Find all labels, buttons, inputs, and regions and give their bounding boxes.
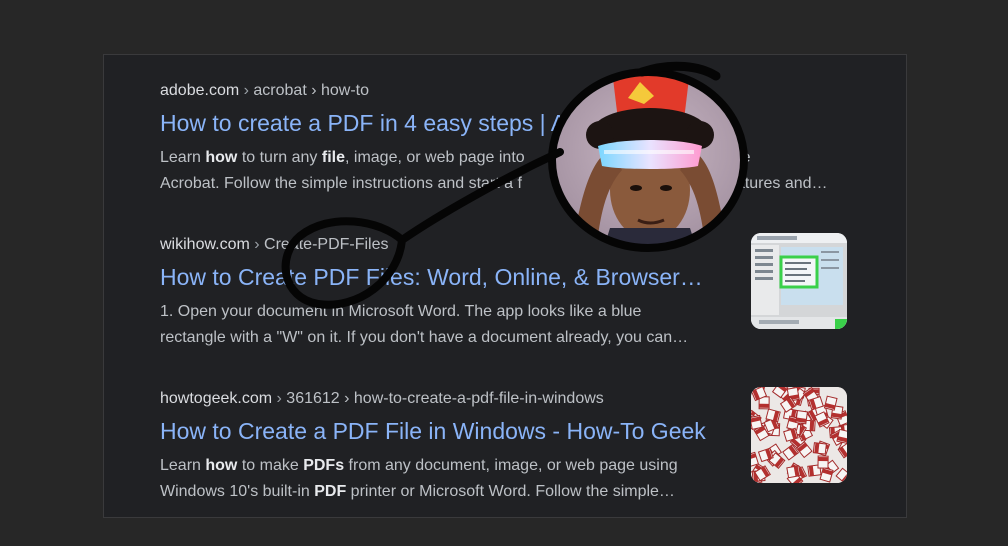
- search-result-wikihow: wikihow.com › Create-PDF-Files How to Cr…: [160, 235, 740, 351]
- snippet-text: Learn: [160, 457, 206, 474]
- result-snippet: Learn how to make PDFs from any document…: [160, 453, 740, 505]
- snippet-text: printer or Microsoft Word. Follow the si…: [346, 483, 675, 500]
- result-thumbnail-pdf-pattern[interactable]: [751, 387, 847, 483]
- result-snippet: 1. Open your document in Microsoft Word.…: [160, 299, 740, 351]
- result-title-link[interactable]: How to Create PDF Files: Word, Online, &…: [160, 263, 740, 291]
- snippet-text: 1. Open your document in Microsoft Word.…: [160, 303, 642, 320]
- search-result-howtogeek: howtogeek.com › 361612 › how-to-create-a…: [160, 389, 740, 505]
- result-path: Create-PDF-Files: [264, 236, 389, 253]
- result-title-link[interactable]: How to Create a PDF File in Windows - Ho…: [160, 417, 740, 445]
- search-result-adobe: adobe.com › acrobat › how-to How to crea…: [160, 81, 828, 197]
- snippet-text: to turn any: [237, 149, 322, 166]
- screenshot-stage: adobe.com › acrobat › how-to How to crea…: [0, 0, 1008, 546]
- breadcrumb-separator: ›: [254, 236, 260, 253]
- result-breadcrumb: wikihow.com › Create-PDF-Files: [160, 235, 740, 255]
- result-breadcrumb: howtogeek.com › 361612 › how-to-create-a…: [160, 389, 740, 409]
- pdf-icons-pattern-icon: [751, 387, 847, 483]
- snippet-text: atures and…: [735, 175, 828, 192]
- breadcrumb-separator: ›: [276, 390, 282, 407]
- result-thumbnail-explorer[interactable]: [751, 233, 847, 329]
- snippet-text: from any document, image, or web page us…: [344, 457, 678, 474]
- pdf-file-icon: [812, 442, 827, 455]
- pdf-file-icon: [795, 410, 808, 425]
- result-breadcrumb: adobe.com › acrobat › how-to: [160, 81, 740, 101]
- pdf-file-icon: [786, 465, 801, 479]
- snippet-text: Acrobat. Follow the simple instructions …: [160, 175, 522, 192]
- result-title-link[interactable]: How to create a PDF in 4 easy steps | A: [160, 109, 740, 137]
- file-explorer-screenshot-icon: [751, 233, 847, 329]
- snippet-bold: how: [205, 457, 238, 474]
- snippet-bold: how: [205, 149, 238, 166]
- snippet-bold: PDF: [314, 483, 347, 500]
- pdf-file-icon: [817, 455, 829, 469]
- snippet-text: Adobe: [700, 149, 751, 166]
- snippet-text: Learn: [160, 149, 206, 166]
- result-domain: wikihow.com: [160, 236, 250, 253]
- pdf-file-icon: [823, 395, 838, 411]
- breadcrumb-separator: ›: [243, 82, 249, 99]
- result-path: 361612 › how-to-create-a-pdf-file-in-win…: [286, 390, 604, 407]
- snippet-text: Windows 10's built-in: [160, 483, 315, 500]
- snippet-bold: PDFs: [303, 457, 345, 474]
- snippet-text: rectangle with a "W" on it. If you don't…: [160, 329, 689, 346]
- result-domain: howtogeek.com: [160, 390, 273, 407]
- result-domain: adobe.com: [160, 82, 240, 99]
- snippet-text: to make: [237, 457, 304, 474]
- pdf-file-icon: [751, 414, 763, 430]
- result-path: acrobat › how-to: [253, 82, 370, 99]
- snippet-bold: file: [321, 149, 345, 166]
- result-snippet: Learn how to turn any file, image, or we…: [160, 145, 850, 197]
- snippet-text: , image, or web page into: [345, 149, 525, 166]
- search-results-panel: adobe.com › acrobat › how-to How to crea…: [103, 54, 907, 518]
